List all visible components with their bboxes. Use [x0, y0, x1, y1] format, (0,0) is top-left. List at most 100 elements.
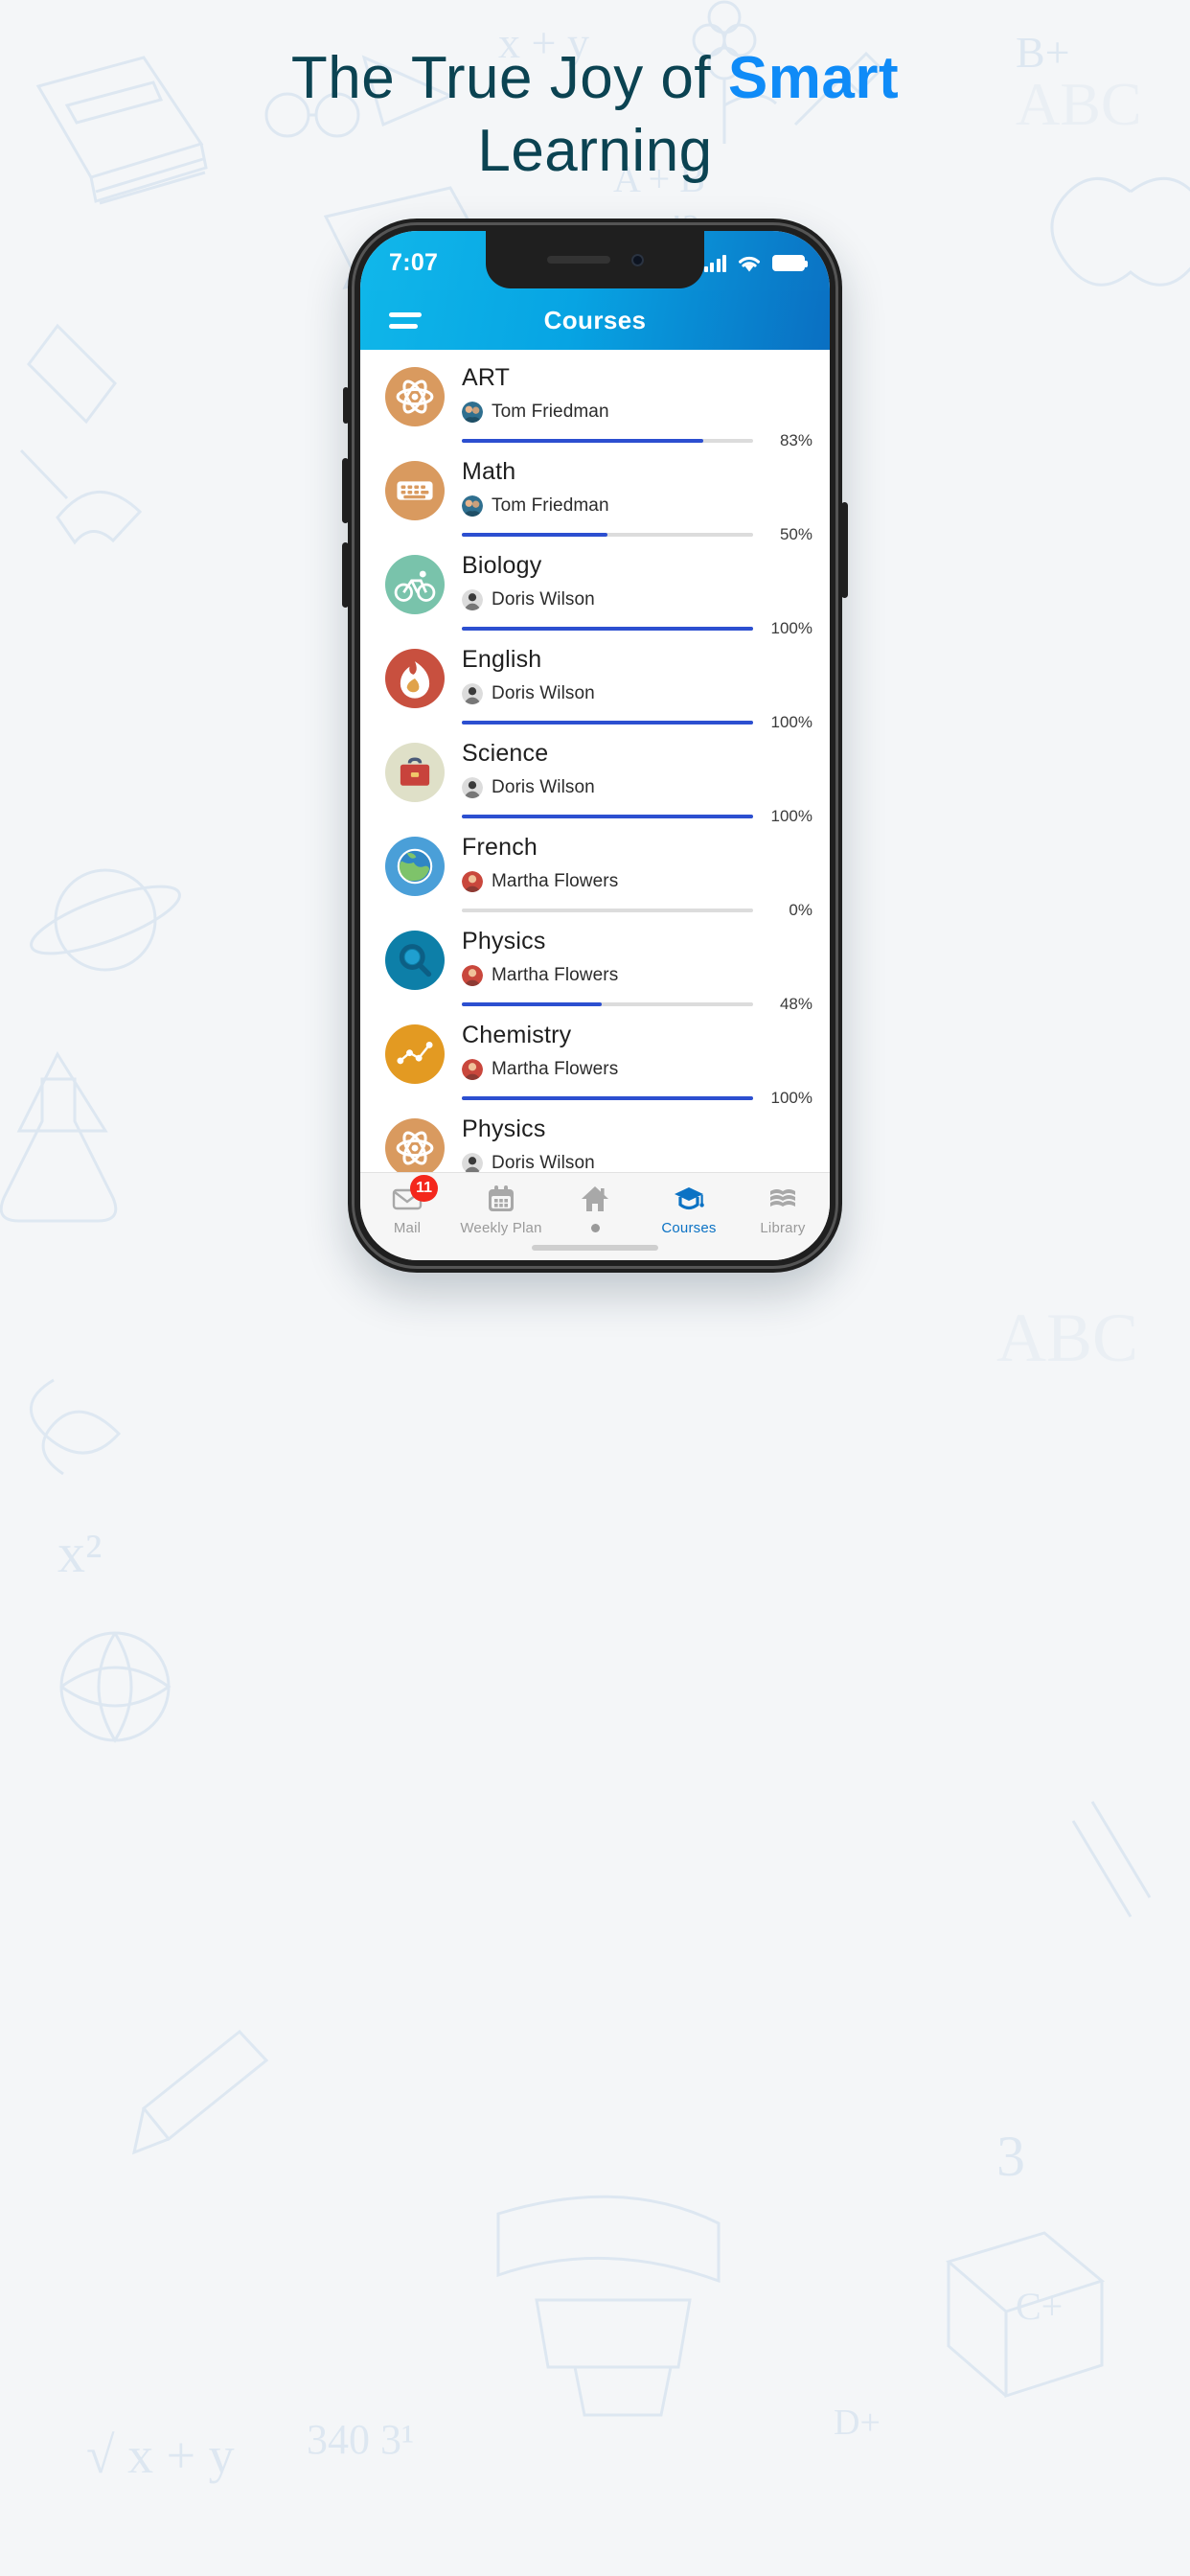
home-indicator-dot	[590, 1224, 600, 1232]
avatar	[462, 870, 483, 892]
progress-track	[462, 1095, 753, 1100]
phone-mute-switch	[343, 387, 349, 424]
course-teacher: Doris Wilson	[462, 588, 812, 610]
course-list-item[interactable]: ART Tom Friedman 83%	[360, 350, 830, 449]
teacher-name: Martha Flowers	[492, 964, 619, 985]
course-teacher: Tom Friedman	[462, 494, 812, 517]
course-list-item[interactable]: Chemistry Martha Flowers 100%	[360, 1007, 830, 1107]
phone-frame: 7:07 Courses ART Tom Friedman 83% Math T…	[342, 218, 848, 1273]
phone-mockup: 7:07 Courses ART Tom Friedman 83% Math T…	[342, 218, 848, 1273]
course-name: Physics	[462, 928, 546, 954]
books-icon	[767, 1183, 798, 1215]
course-teacher: Martha Flowers	[462, 964, 812, 986]
progress-bar	[462, 438, 704, 443]
phone-notch	[486, 231, 704, 288]
teacher-name: Martha Flowers	[492, 870, 619, 891]
course-name: ART	[462, 364, 511, 391]
course-name: Biology	[462, 552, 542, 579]
avatar	[462, 494, 483, 517]
headline-text-pre: The True Joy of	[290, 45, 728, 111]
phone-volume-down-button	[342, 542, 349, 608]
tab-weekly-plan[interactable]: Weekly Plan	[454, 1183, 548, 1236]
teacher-name: Martha Flowers	[492, 1058, 619, 1079]
linechart-icon	[385, 1024, 445, 1084]
course-list-item[interactable]: Biology Doris Wilson 100%	[360, 538, 830, 637]
tab-label: Weekly Plan	[460, 1220, 542, 1236]
course-list-item[interactable]: English Doris Wilson 100%	[360, 632, 830, 731]
svg-text:x²: x²	[57, 1522, 102, 1584]
page-headline: The True Joy of Smart Learning	[0, 42, 1190, 187]
magnifier-icon	[385, 931, 445, 990]
progress-track	[462, 908, 753, 912]
tab-library[interactable]: Library	[736, 1183, 830, 1236]
avatar	[462, 1152, 483, 1172]
fire-icon	[385, 649, 445, 708]
progress-track	[462, 532, 753, 537]
course-list[interactable]: ART Tom Friedman 83% Math Tom Friedman 5…	[360, 350, 830, 1172]
graduation-cap-icon	[674, 1183, 704, 1215]
tab-mail[interactable]: 11 Mail	[360, 1175, 454, 1236]
course-list-item[interactable]: Science Doris Wilson 100%	[360, 725, 830, 825]
avatar	[462, 776, 483, 798]
signal-icon	[703, 254, 726, 272]
progress-track	[462, 1001, 753, 1006]
progress-bar	[462, 532, 607, 537]
globe-icon	[385, 837, 445, 896]
course-list-item[interactable]: Physics Martha Flowers 48%	[360, 913, 830, 1013]
status-time: 7:07	[389, 248, 439, 276]
briefcase-icon	[385, 743, 445, 802]
progress-bar	[462, 1095, 753, 1100]
teacher-name: Tom Friedman	[492, 401, 609, 422]
status-icons	[703, 250, 808, 272]
atom-icon	[385, 1118, 445, 1172]
course-name: Physics	[462, 1116, 546, 1142]
progress-bar	[462, 720, 753, 724]
progress-track	[462, 438, 753, 443]
svg-text:3: 3	[996, 2125, 1025, 2188]
course-teacher: Doris Wilson	[462, 1152, 812, 1173]
calendar-icon	[486, 1183, 516, 1215]
course-name: French	[462, 834, 538, 861]
teacher-name: Doris Wilson	[492, 682, 595, 703]
teacher-name: Tom Friedman	[492, 494, 609, 516]
headline-accent-word: Smart	[727, 45, 900, 111]
keyboard-icon	[385, 461, 445, 520]
course-teacher: Martha Flowers	[462, 870, 812, 892]
avatar	[462, 1058, 483, 1080]
course-teacher: Doris Wilson	[462, 776, 812, 798]
course-list-item[interactable]: Math Tom Friedman 50%	[360, 444, 830, 543]
battery-icon	[772, 254, 808, 271]
mail-icon: 11	[392, 1175, 438, 1215]
course-teacher: Martha Flowers	[462, 1058, 812, 1080]
wifi-icon	[739, 256, 760, 271]
tab-label: Mail	[393, 1220, 422, 1236]
atom-icon	[385, 367, 445, 426]
teacher-name: Doris Wilson	[492, 1152, 595, 1173]
avatar	[462, 401, 483, 423]
svg-text:D+: D+	[834, 2403, 881, 2443]
tab-courses[interactable]: Courses	[642, 1183, 736, 1236]
home-bar-indicator	[532, 1245, 658, 1251]
course-list-item[interactable]: French Martha Flowers 0%	[360, 819, 830, 919]
avatar	[462, 588, 483, 610]
page-title: Courses	[543, 305, 647, 334]
avatar	[462, 964, 483, 986]
course-teacher: Tom Friedman	[462, 401, 812, 423]
front-camera-icon	[630, 253, 644, 266]
progress-track	[462, 720, 753, 724]
phone-screen: 7:07 Courses ART Tom Friedman 83% Math T…	[360, 231, 830, 1260]
tab-home[interactable]	[548, 1183, 642, 1237]
mail-badge: 11	[410, 1175, 438, 1202]
headline-line-1: The True Joy of Smart	[0, 42, 1190, 115]
course-name: English	[462, 646, 542, 673]
progress-track	[462, 814, 753, 818]
avatar	[462, 682, 483, 704]
course-list-item[interactable]: Physics Doris Wilson 100%	[360, 1101, 830, 1172]
course-teacher: Doris Wilson	[462, 682, 812, 704]
hamburger-icon[interactable]	[389, 311, 422, 329]
tab-label: Courses	[661, 1220, 717, 1236]
tab-label: Library	[760, 1220, 806, 1236]
svg-text:√ x + y: √ x + y	[86, 2426, 235, 2484]
course-name: Chemistry	[462, 1022, 572, 1048]
svg-text:340 3¹: 340 3¹	[307, 2416, 414, 2463]
